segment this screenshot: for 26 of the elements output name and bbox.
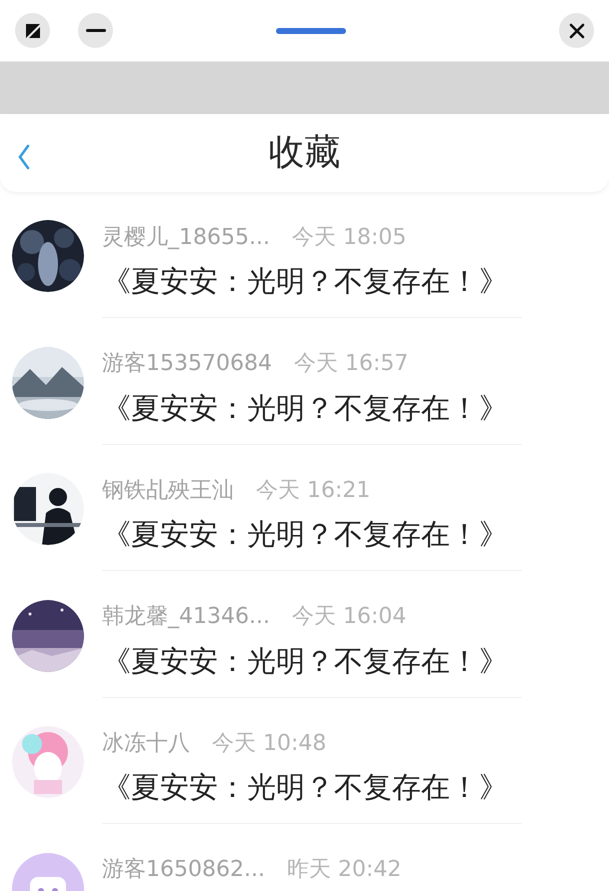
user-name: 游客153570684	[102, 350, 272, 378]
timestamp: 今天 16:04	[292, 603, 406, 631]
user-name: 韩龙馨_41346...	[102, 603, 270, 631]
page-title: 收藏	[268, 131, 340, 175]
minimize-icon	[86, 28, 106, 32]
favorite-title[interactable]: 《夏安安：光明？不复存在！》	[102, 766, 522, 810]
timestamp: 今天 18:05	[292, 224, 406, 252]
timestamp: 昨天 20:42	[286, 856, 402, 884]
favorite-title[interactable]: 《夏安安：光明？不复存在！》	[102, 260, 522, 304]
favorite-title[interactable]: 《夏安安：光明？不复存在！》	[102, 386, 522, 430]
user-name: 钢铁乩殃王汕	[102, 476, 234, 504]
close-icon	[568, 22, 584, 38]
drag-handle[interactable]	[276, 28, 346, 34]
user-name: 冰冻十八	[102, 730, 190, 758]
restore-button[interactable]	[15, 13, 50, 48]
timestamp: 今天 16:57	[294, 350, 408, 378]
favorite-title[interactable]: 《夏安安：光明？不复存在！》	[102, 640, 522, 683]
user-name: 游客1650862...	[102, 856, 265, 884]
user-name: 灵樱儿_18655...	[102, 224, 270, 252]
timestamp: 今天 10:48	[212, 730, 326, 758]
close-button[interactable]	[559, 13, 594, 48]
favorite-title[interactable]: 《夏安安：光明？不复存在！》	[102, 513, 522, 556]
timestamp: 今天 16:21	[256, 476, 370, 504]
restore-icon	[26, 24, 40, 38]
back-icon	[18, 144, 30, 170]
minimize-button[interactable]	[78, 13, 113, 48]
